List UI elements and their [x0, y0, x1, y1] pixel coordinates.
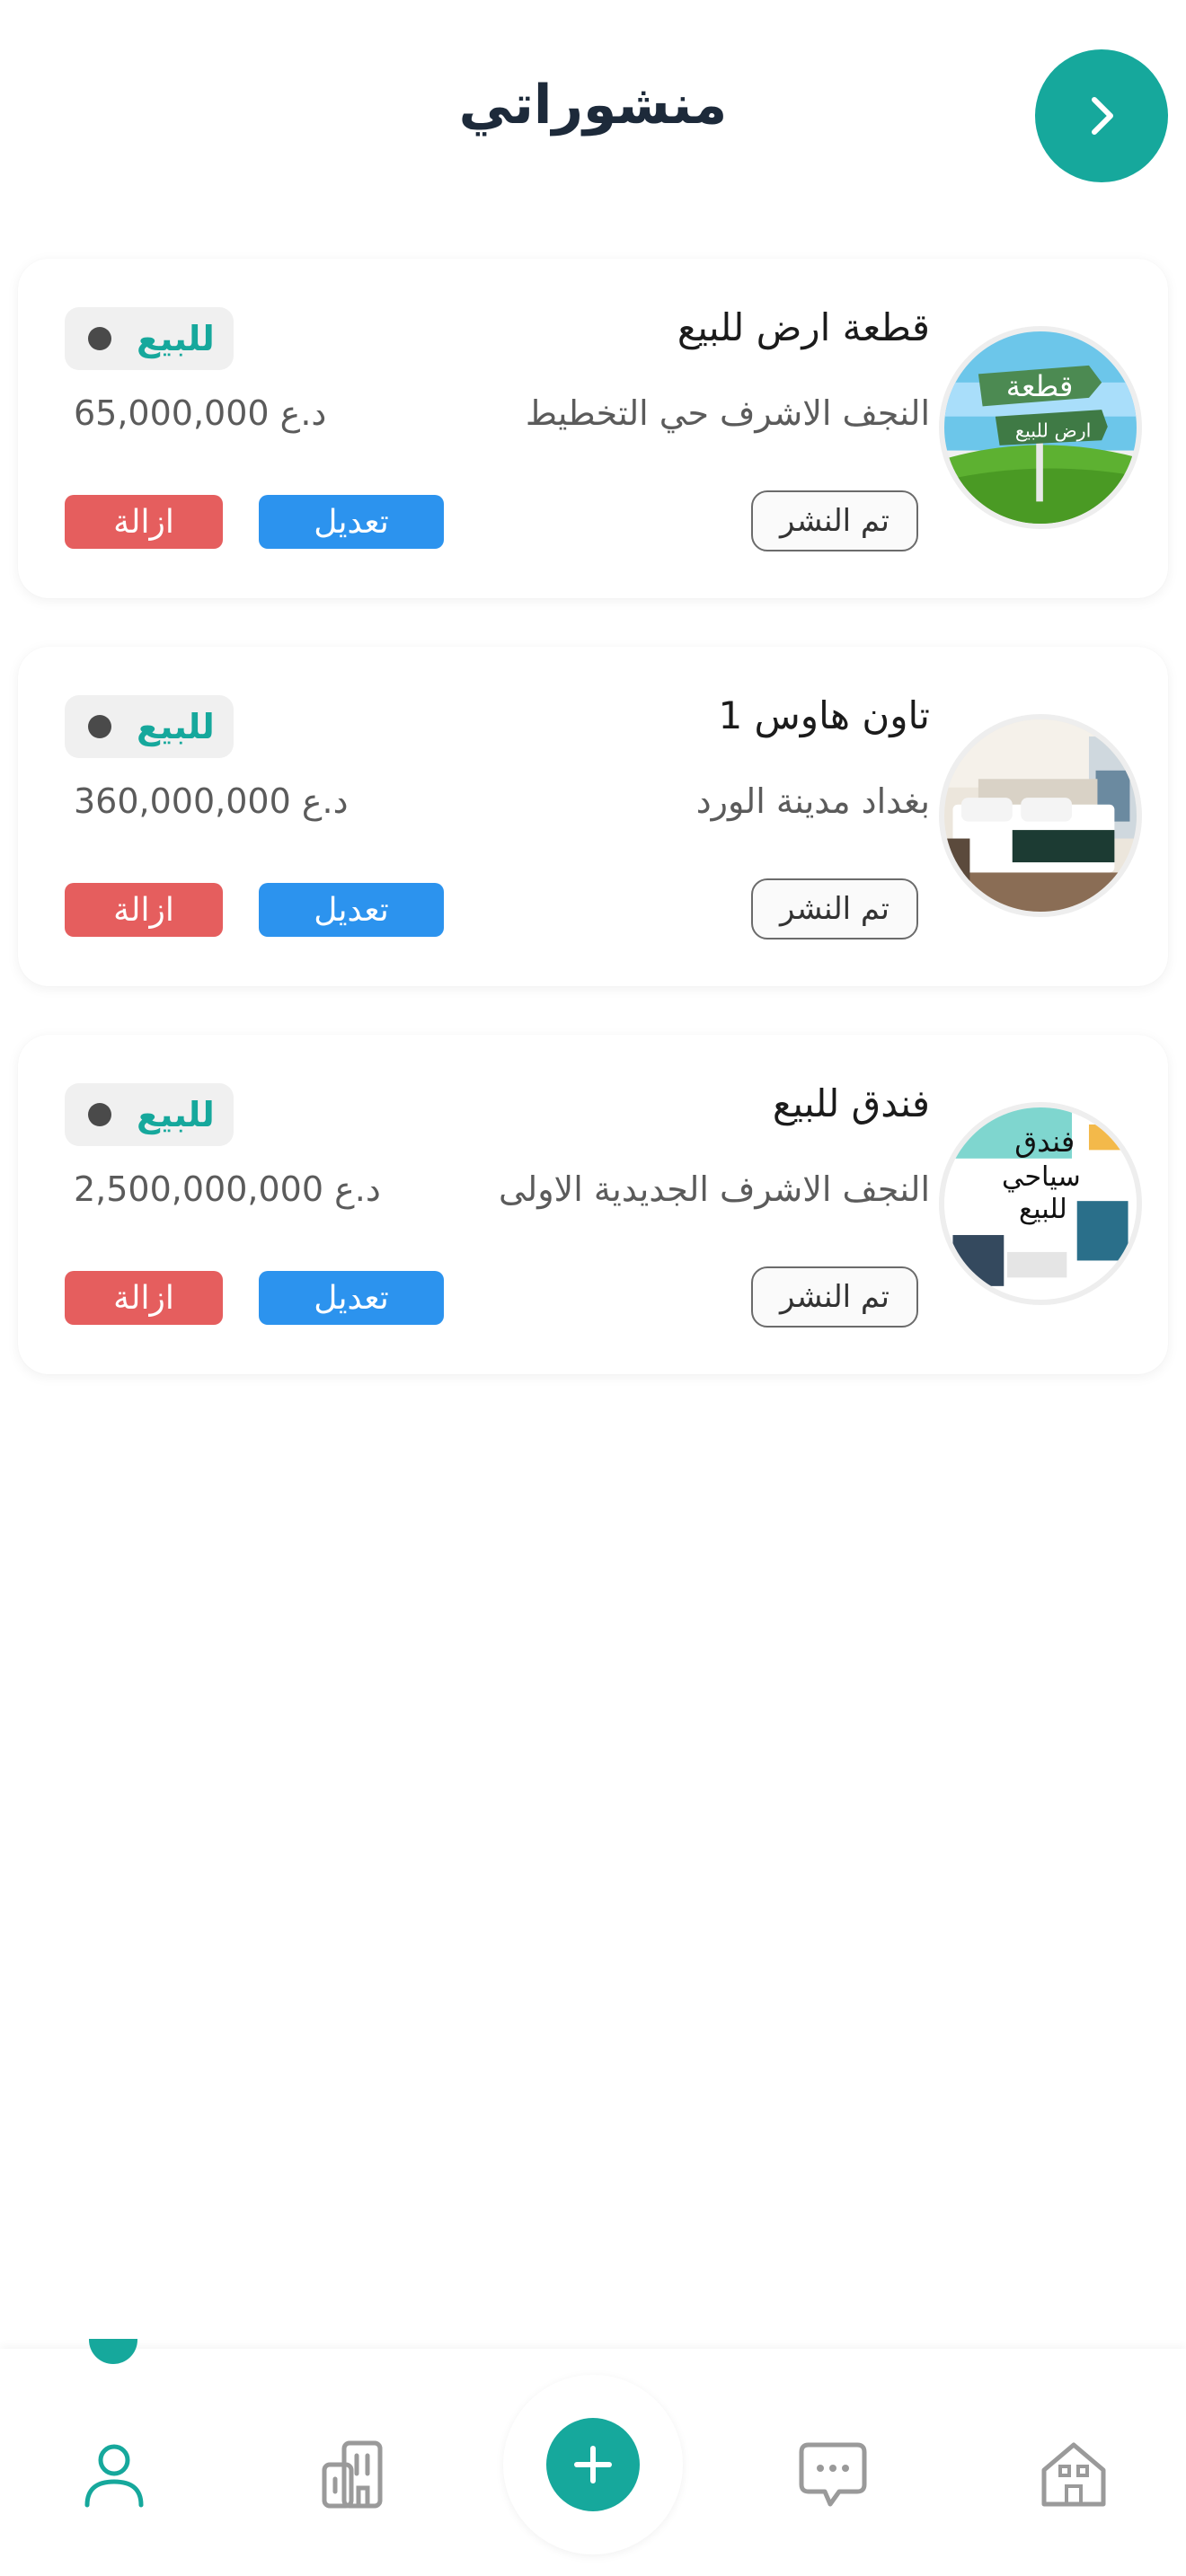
- thumbnail-text: للبيع: [1019, 1194, 1067, 1225]
- thumbnail-text: سياحي: [1002, 1161, 1081, 1193]
- chat-icon: [799, 2442, 867, 2507]
- nav-buildings[interactable]: [305, 2425, 403, 2524]
- status-label: للبيع: [137, 707, 215, 746]
- status-dot-icon: [88, 715, 111, 738]
- remove-button[interactable]: ازالة: [65, 1271, 223, 1325]
- edit-button[interactable]: تعديل: [259, 495, 444, 549]
- nav-home[interactable]: [1024, 2425, 1123, 2524]
- published-chip: تم النشر: [751, 1266, 918, 1328]
- add-post-button[interactable]: [546, 2418, 640, 2511]
- thumbnail-text: قطعة: [1006, 369, 1074, 403]
- status-label: للبيع: [137, 319, 215, 358]
- add-icon: [574, 2446, 612, 2483]
- remove-button[interactable]: ازالة: [65, 495, 223, 549]
- listing-card[interactable]: قطعة ارض للبيع قطعة ارض للبيع النجف الاش…: [18, 259, 1168, 598]
- listing-title: فندق للبيع: [772, 1081, 930, 1125]
- status-badge: للبيع: [65, 1083, 234, 1146]
- status-label: للبيع: [137, 1095, 215, 1134]
- profile-icon: [84, 2444, 144, 2508]
- chevron-right-icon: [1092, 97, 1113, 135]
- status-dot-icon: [88, 1103, 111, 1126]
- page: منشوراتي قطعة ارض للبيع قطعة ارض للبيع ا…: [0, 0, 1186, 2576]
- listing-title: تاون هاوس 1: [718, 693, 930, 737]
- edit-button[interactable]: تعديل: [259, 1271, 444, 1325]
- home-icon: [1041, 2442, 1106, 2507]
- published-chip: تم النشر: [751, 490, 918, 551]
- listing-thumbnail: فندق سياحي للبيع: [939, 1102, 1142, 1305]
- listing-price: 65,000,000 د.ع: [74, 393, 327, 433]
- listing-price: 360,000,000 د.ع: [74, 781, 349, 821]
- listing-location: النجف الاشرف الجديدية الاولى: [498, 1169, 930, 1209]
- listing-card[interactable]: فندق سياحي للبيع فندق للبيع النجف الاشرف…: [18, 1035, 1168, 1374]
- page-title: منشوراتي: [458, 74, 728, 137]
- thumbnail-text: فندق: [1014, 1125, 1075, 1159]
- published-chip: تم النشر: [751, 878, 918, 940]
- back-button[interactable]: [1035, 49, 1168, 182]
- edit-button[interactable]: تعديل: [259, 883, 444, 937]
- header: منشوراتي: [0, 0, 1186, 216]
- nav-profile[interactable]: [65, 2425, 164, 2524]
- listing-price: 2,500,000,000 د.ع: [74, 1169, 381, 1209]
- listing-thumbnail: [939, 714, 1142, 917]
- listing-thumbnail: قطعة ارض للبيع: [939, 326, 1142, 529]
- status-dot-icon: [88, 327, 111, 350]
- listing-title: قطعة ارض للبيع: [677, 305, 930, 349]
- remove-button[interactable]: ازالة: [65, 883, 223, 937]
- listing-card[interactable]: تاون هاوس 1 بغداد مدينة الورد 360,000,00…: [18, 647, 1168, 986]
- listing-location: بغداد مدينة الورد: [695, 781, 930, 821]
- nav-chat[interactable]: [783, 2425, 882, 2524]
- status-badge: للبيع: [65, 307, 234, 370]
- listing-location: النجف الاشرف حي التخطيط: [525, 393, 930, 433]
- thumbnail-text: ارض للبيع: [1015, 419, 1092, 441]
- status-badge: للبيع: [65, 695, 234, 758]
- buildings-icon: [322, 2440, 383, 2509]
